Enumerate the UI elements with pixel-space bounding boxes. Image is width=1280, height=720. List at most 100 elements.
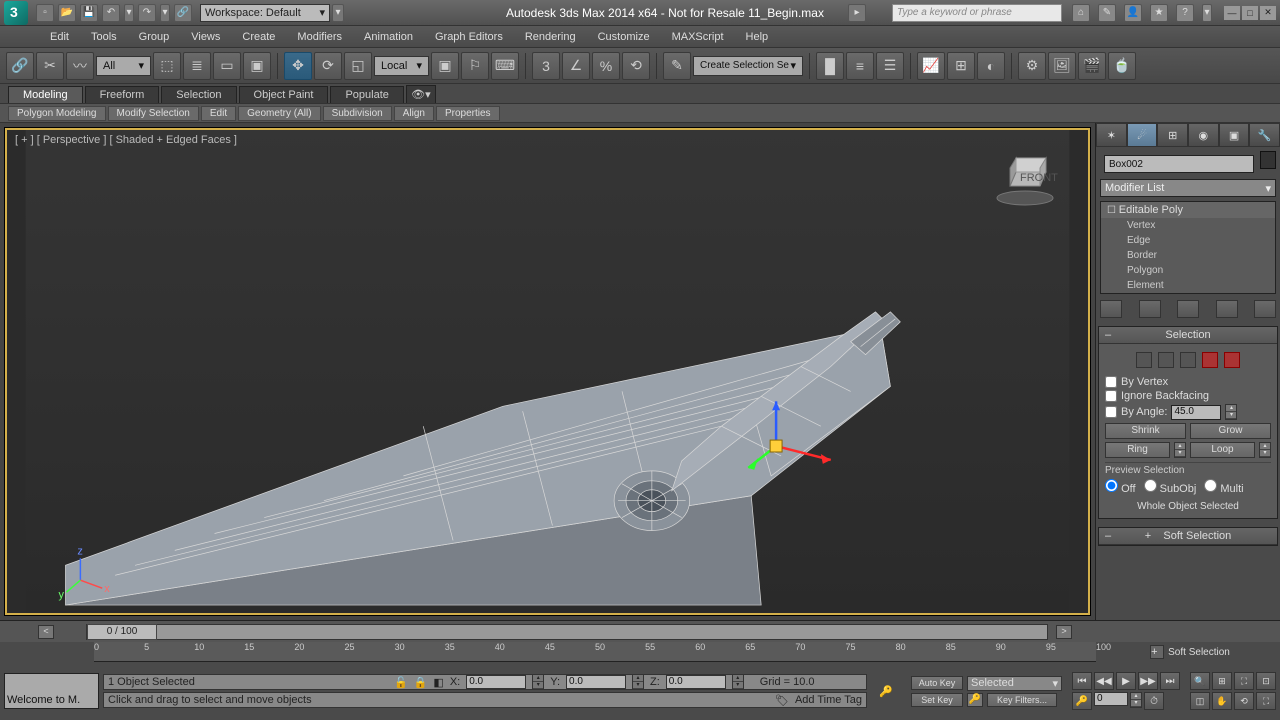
ribbon-panel-polymodeling[interactable]: Polygon Modeling [8,106,106,121]
tab-motion-icon[interactable]: ◉ [1188,123,1219,147]
key-mode-icon[interactable]: 🔑 [1072,692,1092,710]
maximize-viewport-icon[interactable]: ⛶ [1256,692,1276,710]
time-slider-thumb[interactable]: 0 / 100 [87,624,157,640]
link-icon[interactable]: 🔗 [174,4,192,22]
object-name-input[interactable]: Box002 [1104,155,1254,173]
undo-drop-icon[interactable]: ▾ [124,4,134,22]
pan-icon[interactable]: ✋ [1212,692,1232,710]
zoom-extents-icon[interactable]: ⛶ [1234,672,1254,690]
stack-element[interactable]: Element [1101,278,1275,293]
time-next-button[interactable]: > [1056,625,1072,639]
zoom-extents-all-icon[interactable]: ⊡ [1256,672,1276,690]
help-icon[interactable]: ? [1176,4,1194,22]
orbit-icon[interactable]: ⟲ [1234,692,1254,710]
next-frame-icon[interactable]: ▶▶ [1138,672,1158,690]
ribbon-collapse-icon[interactable]: 👁▾ [406,85,436,103]
schematic-icon[interactable]: ⊞ [947,52,975,80]
x-coord-input[interactable]: 0.0 [466,675,526,689]
help-drop-icon[interactable]: ▾ [1202,4,1212,22]
autokey-button[interactable]: Auto Key [911,676,963,690]
open-file-icon[interactable]: 📂 [58,4,76,22]
stack-vertex[interactable]: Vertex [1101,218,1275,233]
render-setup-icon[interactable]: ⚙ [1018,52,1046,80]
keyboard-shortcut-icon[interactable]: ⌨ [491,52,519,80]
lock-toggle-icon[interactable]: 🔒 [414,676,428,689]
setkey-big-icon[interactable]: 🔑 [967,693,983,707]
abs-rel-icon[interactable]: ◧ [433,676,443,689]
keyfilter-combo[interactable]: Selected▾ [967,676,1062,691]
percent-snap-icon[interactable]: % [592,52,620,80]
menu-modifiers[interactable]: Modifiers [287,29,352,45]
ribbon-panel-properties[interactable]: Properties [436,106,500,121]
angle-spinner[interactable]: ▴▾ [1225,404,1237,420]
ribbon-tab-modeling[interactable]: Modeling [8,86,83,103]
by-angle-checkbox[interactable] [1105,406,1117,418]
workspace-combo[interactable]: Workspace: Default▾ [200,4,330,22]
by-vertex-checkbox[interactable] [1105,376,1117,388]
vertex-mode-icon[interactable] [1136,352,1152,368]
minimize-button[interactable]: — [1224,6,1240,20]
time-slider[interactable]: 0 / 100 [86,624,1048,640]
render-frame-icon[interactable]: 🖼 [1048,52,1076,80]
ring-spinner[interactable]: ▴▾ [1174,442,1186,458]
tab-display-icon[interactable]: ▣ [1219,123,1250,147]
ribbon-panel-geometry[interactable]: Geometry (All) [238,106,320,121]
stack-edge[interactable]: Edge [1101,233,1275,248]
move-tool-icon[interactable]: ✥ [284,52,312,80]
window-crossing-icon[interactable]: ▣ [243,52,271,80]
menu-animation[interactable]: Animation [354,29,423,45]
prev-frame-icon[interactable]: ◀◀ [1094,672,1114,690]
angle-snap-icon[interactable]: ∠ [562,52,590,80]
remove-mod-icon[interactable] [1216,300,1238,318]
preview-multi-radio[interactable]: Multi [1204,479,1243,495]
menu-maxscript[interactable]: MAXScript [662,29,734,45]
stack-polygon[interactable]: Polygon [1101,263,1275,278]
loop-button[interactable]: Loop [1190,442,1255,458]
viewport-label[interactable]: [ + ] [ Perspective ] [ Shaded + Edged F… [15,134,237,146]
tab-create-icon[interactable]: ✶ [1096,123,1127,147]
configure-icon[interactable] [1254,300,1276,318]
y-spin[interactable]: ▴▾ [632,674,644,690]
grow-button[interactable]: Grow [1190,423,1271,439]
modifier-stack[interactable]: ☐ Editable Poly Vertex Edge Border Polyg… [1100,201,1276,294]
select-link-icon[interactable]: 🔗 [6,52,34,80]
selection-filter-combo[interactable]: All▾ [96,56,151,76]
favorite-icon[interactable]: ★ [1150,4,1168,22]
modifier-list-combo[interactable]: Modifier List▾ [1100,179,1276,197]
tab-utilities-icon[interactable]: 🔧 [1249,123,1280,147]
ribbon-tab-selection[interactable]: Selection [161,86,236,103]
menu-grapheditors[interactable]: Graph Editors [425,29,513,45]
ref-coord-combo[interactable]: Local▾ [374,56,429,76]
menu-edit[interactable]: Edit [40,29,79,45]
time-tag-icon[interactable]: 🏷 [775,694,789,707]
border-mode-icon[interactable] [1180,352,1196,368]
ribbon-tab-objectpaint[interactable]: Object Paint [239,86,329,103]
ribbon-tab-populate[interactable]: Populate [330,86,403,103]
menu-group[interactable]: Group [129,29,180,45]
show-end-icon[interactable] [1139,300,1161,318]
curve-editor-icon[interactable]: 📈 [917,52,945,80]
current-frame-input[interactable]: 0 [1094,692,1128,706]
search-input[interactable]: Type a keyword or phrase [892,4,1062,22]
pivot-icon[interactable]: ▣ [431,52,459,80]
menu-tools[interactable]: Tools [81,29,127,45]
menu-help[interactable]: Help [736,29,779,45]
preview-off-radio[interactable]: Off [1105,479,1136,495]
menu-create[interactable]: Create [232,29,285,45]
viewport[interactable]: [ + ] [ Perspective ] [ Shaded + Edged F… [4,127,1091,616]
ignore-backfacing-checkbox[interactable] [1105,390,1117,402]
add-time-tag-button[interactable]: Add Time Tag [795,694,862,706]
material-editor-icon[interactable]: ◐ [977,52,1005,80]
zoom-all-icon[interactable]: ⊞ [1212,672,1232,690]
menu-customize[interactable]: Customize [588,29,660,45]
close-button[interactable]: ✕ [1260,6,1276,20]
goto-end-icon[interactable]: ⏭ [1160,672,1180,690]
rotate-tool-icon[interactable]: ⟳ [314,52,342,80]
edge-mode-icon[interactable] [1158,352,1174,368]
subscription-icon[interactable]: ⌂ [1072,4,1090,22]
zoom-icon[interactable]: 🔍 [1190,672,1210,690]
angle-input[interactable]: 45.0 [1171,405,1221,420]
add-rollout-icon[interactable]: + [1150,645,1164,659]
frame-spin[interactable]: ▴▾ [1130,692,1142,708]
ribbon-panel-modifyselection[interactable]: Modify Selection [108,106,199,121]
